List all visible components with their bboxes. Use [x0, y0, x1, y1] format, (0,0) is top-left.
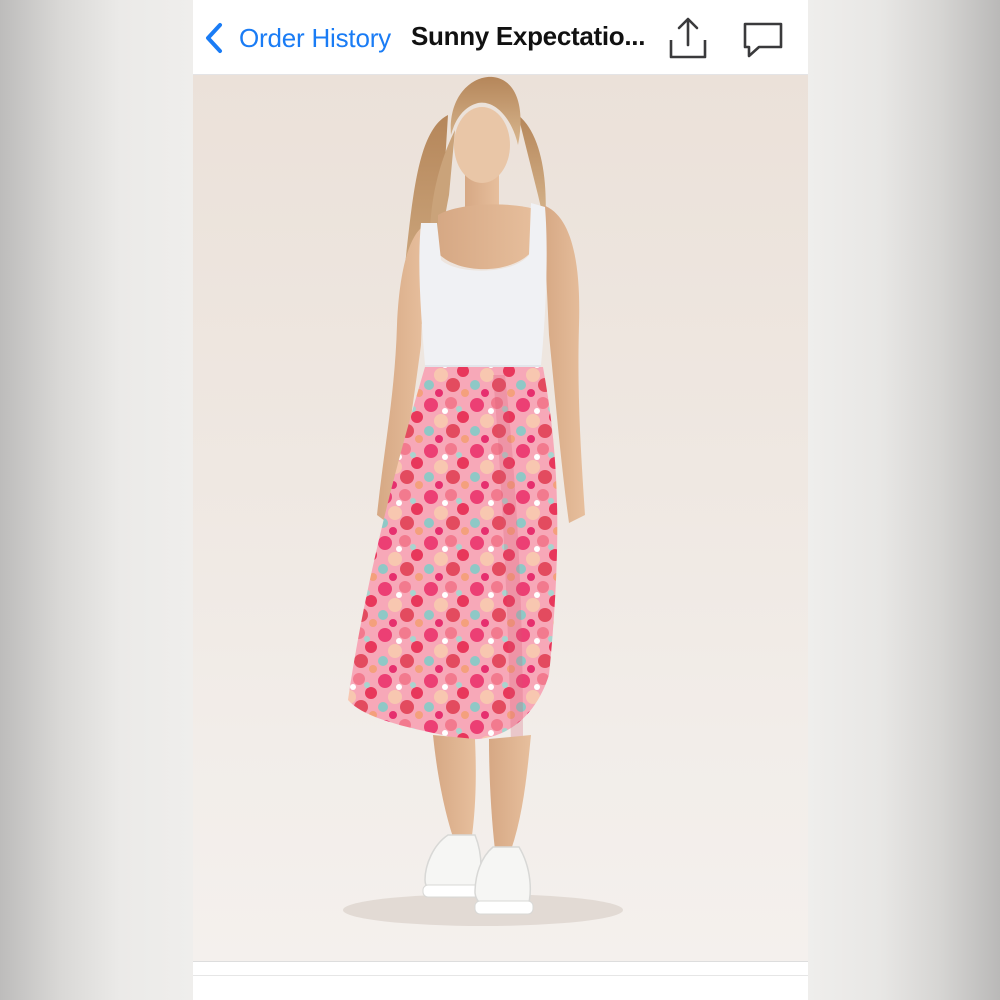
back-button[interactable]: Order History: [203, 18, 391, 58]
page-title: Sunny Expectatio...: [411, 21, 646, 51]
share-icon: [669, 17, 707, 59]
navigation-bar: Order History Sunny Expectatio...: [193, 0, 808, 75]
product-photo: [193, 75, 808, 961]
comment-button[interactable]: [741, 20, 785, 60]
chevron-left-icon: [203, 21, 225, 55]
comment-icon: [743, 22, 783, 58]
bottom-area: [193, 962, 808, 1000]
back-button-label: Order History: [239, 22, 391, 53]
app-screen: Order History Sunny Expectatio...: [193, 0, 808, 1000]
bottom-separator: [193, 975, 808, 976]
share-button[interactable]: [667, 16, 709, 62]
